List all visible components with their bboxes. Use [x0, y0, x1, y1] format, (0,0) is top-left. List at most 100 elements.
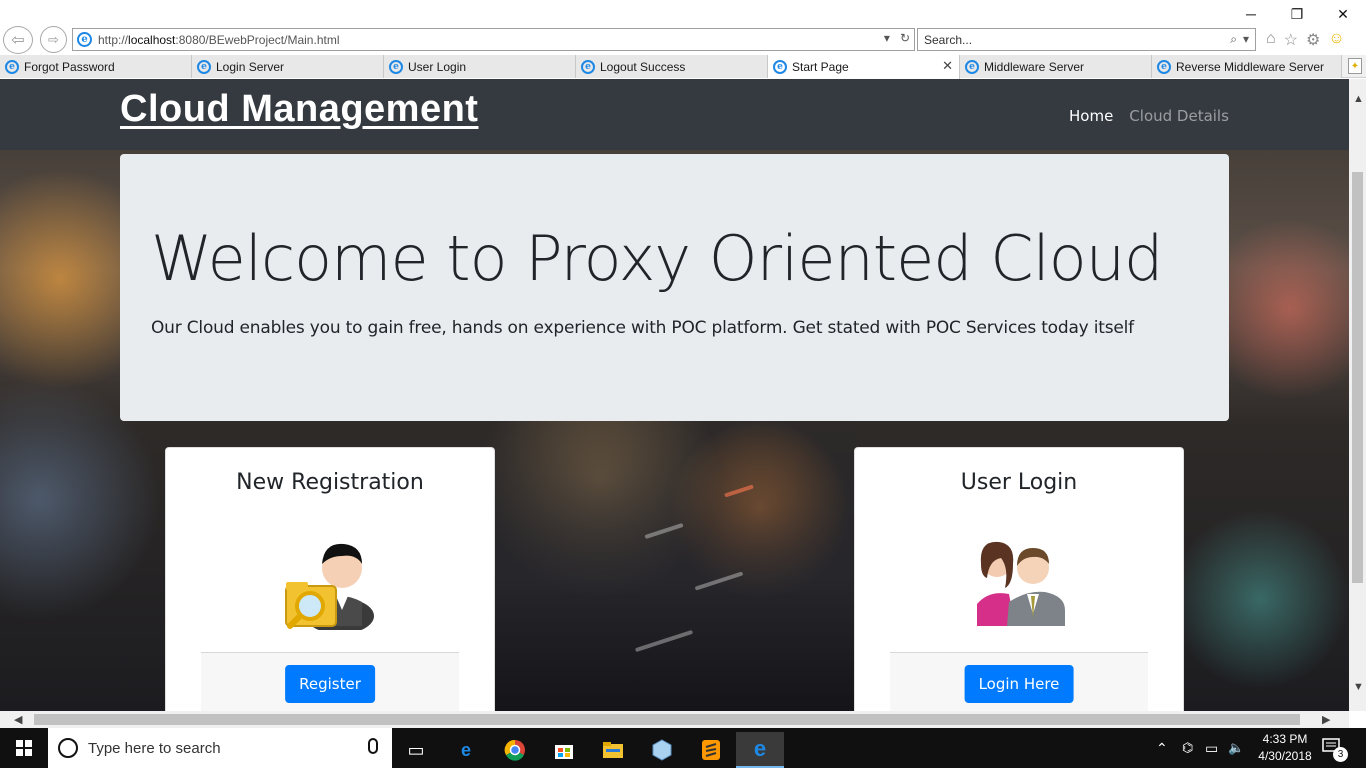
tab-reverse-middleware-server[interactable]: e Reverse Middleware Server	[1152, 55, 1342, 78]
tab-start-page[interactable]: e Start Page ✕	[768, 55, 960, 79]
nav-home[interactable]: Home	[1069, 107, 1113, 125]
battery-icon[interactable]: ▭	[1205, 728, 1218, 768]
login-card-footer: Login Here	[890, 652, 1148, 711]
url-path: :8080/BEwebProject/Main.html	[175, 32, 340, 47]
registration-card-title: New Registration	[236, 470, 424, 495]
users-login-icon	[977, 541, 1065, 626]
taskbar-search-box[interactable]	[48, 728, 392, 768]
virtualbox-icon[interactable]	[638, 732, 686, 768]
tab-label: Middleware Server	[984, 59, 1085, 74]
site-brand[interactable]: Cloud Management	[120, 88, 478, 131]
ie-tab-icon: e	[197, 59, 211, 74]
ie-tab-icon: e	[1157, 59, 1171, 74]
browser-tab-strip: e Forgot Password e Login Server e User …	[0, 55, 1366, 79]
horizontal-scrollbar[interactable]: ◀ ▶	[0, 711, 1349, 728]
forward-arrow-icon: ⇨	[48, 31, 59, 47]
taskbar-search-input[interactable]	[88, 739, 348, 757]
task-view-icon[interactable]: ▭	[392, 732, 440, 768]
tab-label: User Login	[408, 59, 467, 74]
favorites-star-icon[interactable]: ☆	[1284, 30, 1298, 50]
login-here-button[interactable]: Login Here	[964, 665, 1074, 703]
address-dropdown-icon[interactable]: ▾	[884, 31, 890, 45]
microphone-icon[interactable]	[368, 738, 378, 754]
welcome-title: Welcome to Proxy Oriented Cloud	[151, 222, 1163, 295]
login-card: User Login Login Here	[854, 447, 1184, 711]
ie-tab-icon: e	[965, 59, 979, 74]
action-center-icon[interactable]: 3	[1322, 738, 1348, 762]
vertical-scroll-thumb[interactable]	[1352, 172, 1363, 583]
page-viewport: Cloud Management Home Cloud Details Welc…	[0, 79, 1349, 711]
window-controls: ─ ❐ ✕	[1228, 0, 1366, 28]
tab-logout-success[interactable]: e Logout Success	[576, 55, 768, 78]
site-navbar: Cloud Management Home Cloud Details	[0, 79, 1349, 150]
file-explorer-icon[interactable]	[589, 732, 637, 768]
background-road	[494, 379, 854, 711]
ie-tab-icon: e	[581, 59, 595, 74]
refresh-icon[interactable]: ↻	[900, 31, 910, 45]
edge-browser-icon[interactable]: e	[442, 732, 490, 768]
tab-forgot-password[interactable]: e Forgot Password	[0, 55, 192, 78]
back-button[interactable]: ⇦	[3, 26, 33, 54]
scroll-up-icon[interactable]: ▲	[1353, 93, 1364, 105]
tab-label: Reverse Middleware Server	[1176, 59, 1325, 74]
site-nav: Home Cloud Details	[1069, 107, 1229, 125]
tab-middleware-server[interactable]: e Middleware Server	[960, 55, 1152, 78]
tab-login-server[interactable]: e Login Server	[192, 55, 384, 78]
back-arrow-icon: ⇦	[11, 32, 25, 49]
clock-time: 4:33 PM	[1262, 732, 1308, 746]
search-icon[interactable]: ⌕	[1230, 32, 1237, 47]
new-tab-icon[interactable]: ✦	[1348, 58, 1362, 74]
notification-count-badge: 3	[1333, 747, 1348, 762]
register-button[interactable]: Register	[285, 665, 375, 703]
horizontal-scroll-thumb[interactable]	[34, 714, 1300, 725]
network-icon[interactable]: ⌬	[1182, 728, 1193, 768]
taskbar-clock[interactable]: 4:33 PM 4/30/2018	[1252, 731, 1318, 765]
url-prefix: http://	[98, 32, 129, 47]
registration-user-icon	[285, 543, 374, 630]
login-card-title: User Login	[960, 470, 1078, 495]
minimize-button[interactable]: ─	[1228, 0, 1274, 28]
welcome-jumbotron: Welcome to Proxy Oriented Cloud Our Clou…	[120, 154, 1229, 421]
forward-button[interactable]: ⇨	[40, 26, 67, 53]
cortana-icon	[58, 738, 78, 758]
ie-page-icon: e	[77, 32, 92, 47]
tab-label: Logout Success	[600, 59, 686, 74]
nav-cloud-details[interactable]: Cloud Details	[1129, 107, 1229, 125]
scroll-left-icon[interactable]: ◀	[14, 713, 22, 726]
restore-button[interactable]: ❐	[1274, 0, 1320, 28]
internet-explorer-taskbar-icon[interactable]: e	[736, 732, 784, 768]
scroll-down-icon[interactable]: ▼	[1353, 681, 1364, 693]
browser-search-box[interactable]: ⌕ ▾	[917, 28, 1256, 51]
store-icon[interactable]	[540, 732, 588, 768]
tab-close-icon[interactable]: ✕	[942, 58, 953, 74]
address-url[interactable]: http://localhost:8080/BEwebProject/Main.…	[98, 33, 340, 47]
ie-tab-icon: e	[389, 59, 403, 74]
vertical-scrollbar[interactable]: ▲ ▼	[1349, 79, 1366, 711]
show-hidden-icons[interactable]: ⌃	[1156, 728, 1168, 768]
tab-label: Start Page	[792, 60, 849, 74]
feedback-smiley-icon[interactable]: ☺	[1328, 30, 1344, 50]
close-button[interactable]: ✕	[1320, 0, 1366, 28]
windows-logo-icon	[16, 740, 32, 756]
chrome-browser-icon[interactable]	[491, 732, 539, 768]
search-dropdown-icon[interactable]: ▾	[1243, 32, 1249, 47]
address-bar[interactable]: e http://localhost:8080/BEwebProject/Mai…	[72, 28, 915, 51]
registration-card: New Registration Register	[165, 447, 495, 711]
tab-user-login[interactable]: e User Login	[384, 55, 576, 78]
url-host: localhost	[128, 32, 176, 47]
tab-label: Login Server	[216, 59, 285, 74]
home-icon[interactable]: ⌂	[1266, 30, 1276, 50]
browser-search-input[interactable]	[924, 32, 1204, 47]
sublime-text-icon[interactable]	[687, 732, 735, 768]
clock-date: 4/30/2018	[1258, 749, 1312, 763]
tab-label: Forgot Password	[24, 59, 115, 74]
scroll-right-icon[interactable]: ▶	[1322, 713, 1330, 726]
welcome-lead: Our Cloud enables you to gain free, hand…	[151, 318, 1134, 338]
browser-navrow: ⇦ ⇨ e http://localhost:8080/BEwebProject…	[0, 26, 1366, 54]
ie-tab-icon: e	[773, 60, 787, 74]
browser-titlebar: ─ ❐ ✕	[0, 0, 1366, 28]
start-button[interactable]	[0, 728, 48, 768]
windows-taskbar: ▭ e e ⌃ ⌬ ▭ 🔈 4:33 PM 4/30/2018 3	[0, 728, 1366, 768]
volume-icon[interactable]: 🔈	[1228, 728, 1244, 768]
settings-gear-icon[interactable]: ⚙	[1306, 30, 1320, 50]
